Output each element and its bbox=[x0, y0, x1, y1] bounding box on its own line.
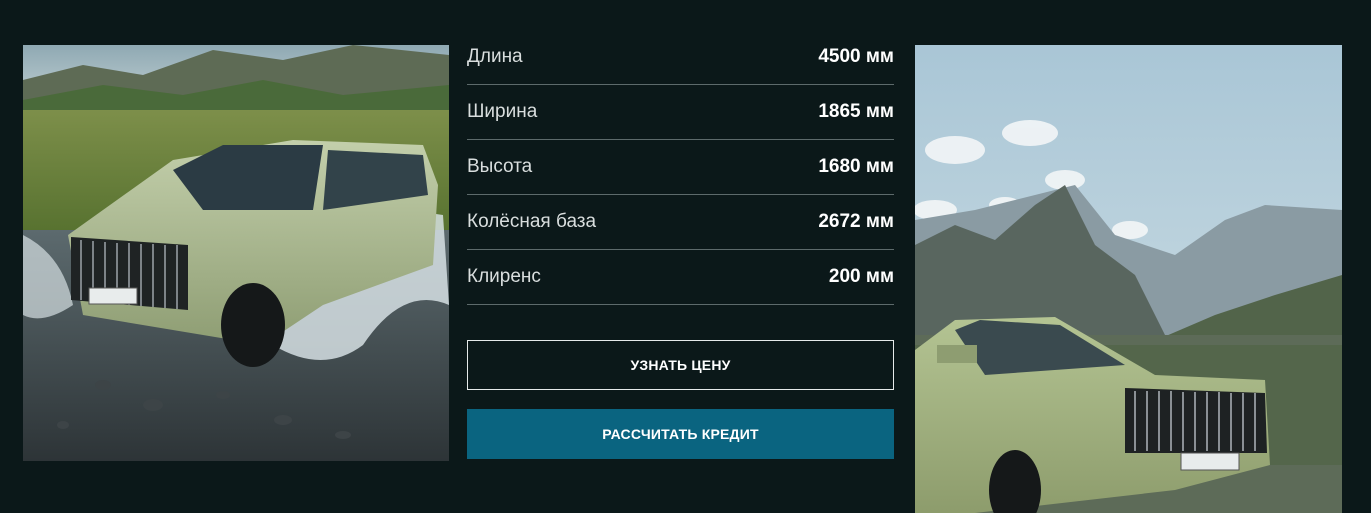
spec-value: 1865 мм bbox=[818, 101, 894, 122]
car-photo-mountains bbox=[915, 45, 1342, 513]
spec-label: Клиренс bbox=[467, 266, 541, 287]
spec-row-wheelbase: Колёсная база 2672 мм bbox=[467, 195, 894, 250]
spec-value: 2672 мм bbox=[818, 211, 894, 232]
spec-value: 1680 мм bbox=[818, 156, 894, 177]
car-photo-offroad bbox=[23, 45, 449, 461]
spec-label: Высота bbox=[467, 156, 533, 177]
spec-label: Колёсная база bbox=[467, 211, 597, 232]
spec-row-clearance: Клиренс 200 мм bbox=[467, 250, 894, 305]
spec-value: 200 мм bbox=[828, 266, 894, 287]
specs-table: Длина 4500 мм Ширина 1865 мм Высота 1680… bbox=[467, 30, 894, 305]
spec-value: 4500 мм bbox=[818, 46, 894, 67]
get-price-button[interactable]: УЗНАТЬ ЦЕНУ bbox=[467, 340, 894, 390]
spec-row-length: Длина 4500 мм bbox=[467, 30, 894, 85]
calculate-credit-button[interactable]: РАССЧИТАТЬ КРЕДИТ bbox=[467, 409, 894, 459]
spec-row-height: Высота 1680 мм bbox=[467, 140, 894, 195]
spec-row-width: Ширина 1865 мм bbox=[467, 85, 894, 140]
spec-label: Ширина bbox=[467, 101, 538, 122]
spec-label: Длина bbox=[467, 46, 523, 67]
